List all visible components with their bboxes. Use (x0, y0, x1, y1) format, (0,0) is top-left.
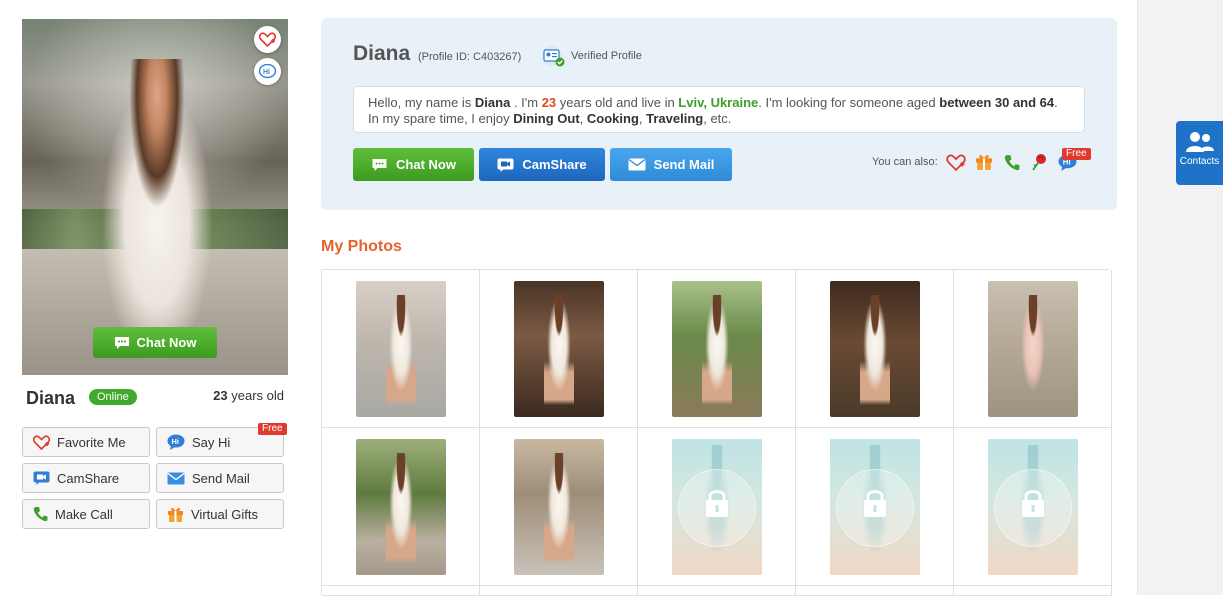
can-also-label: You can also: (872, 156, 938, 168)
phone-icon[interactable] (1002, 152, 1022, 172)
say-hi-label: Say Hi (192, 434, 231, 450)
gift-icon[interactable] (974, 152, 994, 172)
svg-text:Hi: Hi (263, 69, 270, 76)
send-mail-button[interactable]: Send Mail (156, 463, 284, 493)
chat-bubble-icon (114, 336, 129, 349)
virtual-gifts-button[interactable]: Virtual Gifts (156, 499, 284, 529)
photo-cell (796, 270, 954, 428)
camshare-button[interactable]: CamShare (22, 463, 150, 493)
photo-cell (322, 428, 480, 586)
right-gutter (1137, 0, 1223, 595)
profile-bio: Hello, my name is Diana . I'm 23 years o… (353, 86, 1085, 133)
can-also-free-badge: Free (1062, 148, 1091, 160)
lock-icon (1021, 489, 1044, 517)
camshare-cta-button[interactable]: CamShare (479, 148, 605, 181)
lock-icon (705, 489, 728, 517)
say-hi-bubble-icon[interactable]: Hi (254, 58, 281, 85)
mail-icon (167, 472, 185, 484)
heart-plus-icon (33, 434, 50, 450)
photo-chat-now-button[interactable]: Chat Now (93, 327, 217, 358)
chat-bubble-icon (372, 158, 387, 171)
locked-photo-thumbnail[interactable] (829, 438, 920, 575)
verified-label: Verified Profile (571, 50, 642, 62)
locked-photo-thumbnail[interactable] (671, 438, 762, 575)
photo-cell (638, 270, 796, 428)
profile-id: (Profile ID: C403267) (418, 51, 522, 63)
photo-thumbnail[interactable] (829, 280, 920, 417)
photo-thumbnail[interactable] (513, 280, 604, 417)
photo-cell (954, 270, 1112, 428)
send-mail-cta-button[interactable]: Send Mail (610, 148, 732, 181)
send-mail-label: Send Mail (192, 470, 250, 486)
camshare-cta-label: CamShare (522, 157, 587, 172)
gift-icon (168, 507, 183, 522)
you-can-also-row: You can also: Hi (872, 152, 1078, 172)
svg-text:Hi: Hi (172, 437, 180, 446)
photo-thumbnail[interactable] (987, 280, 1078, 417)
phone-icon (33, 507, 48, 522)
hi-bubble-icon: Hi (167, 434, 185, 450)
photo-cell (480, 428, 638, 586)
photo-cell (796, 428, 954, 586)
contacts-tab[interactable]: Contacts (1176, 121, 1223, 185)
contacts-icon (1185, 132, 1214, 152)
mail-icon (628, 158, 646, 171)
photo-thumbnail[interactable] (355, 438, 446, 575)
virtual-gifts-label: Virtual Gifts (191, 506, 258, 522)
photo-thumbnail[interactable] (355, 280, 446, 417)
profile-info-panel: Diana (Profile ID: C403267) Verified Pro… (321, 18, 1117, 210)
camshare-icon (497, 158, 514, 172)
rose-icon[interactable] (1030, 152, 1050, 172)
make-call-label: Make Call (55, 506, 113, 522)
photo-thumbnail[interactable] (513, 438, 604, 575)
online-badge: Online (89, 389, 137, 405)
my-photos-title: My Photos (321, 238, 402, 255)
locked-photo-thumbnail[interactable] (987, 438, 1078, 575)
verified-id-card-icon (542, 46, 565, 67)
photo-cell (480, 270, 638, 428)
heart-plus-icon[interactable] (946, 152, 966, 172)
main-profile-photo[interactable] (22, 19, 288, 375)
send-mail-cta-label: Send Mail (653, 157, 715, 172)
free-badge: Free (258, 423, 287, 435)
profile-name: Diana (26, 388, 76, 408)
lock-icon (863, 489, 886, 517)
favorite-me-button[interactable]: Favorite Me (22, 427, 150, 457)
photo-cell (322, 270, 480, 428)
contacts-label: Contacts (1179, 156, 1220, 167)
profile-name-row: Diana Online 23 years old (26, 386, 284, 408)
photo-grid (321, 269, 1112, 596)
camshare-icon (33, 471, 50, 485)
photo-chat-now-label: Chat Now (136, 335, 197, 350)
make-call-button[interactable]: Make Call (22, 499, 150, 529)
info-profile-name: Diana (353, 42, 411, 65)
profile-age: 23 years old (213, 388, 284, 403)
chat-now-label: Chat Now (396, 157, 456, 172)
camshare-label: CamShare (57, 470, 120, 486)
favorite-heart-icon[interactable] (254, 26, 281, 53)
photo-cell (954, 428, 1112, 586)
photo-cell (638, 428, 796, 586)
photo-thumbnail[interactable] (671, 280, 762, 417)
chat-now-button[interactable]: Chat Now (353, 148, 474, 181)
verified-profile: Verified Profile (541, 45, 642, 67)
favorite-me-label: Favorite Me (57, 434, 126, 450)
